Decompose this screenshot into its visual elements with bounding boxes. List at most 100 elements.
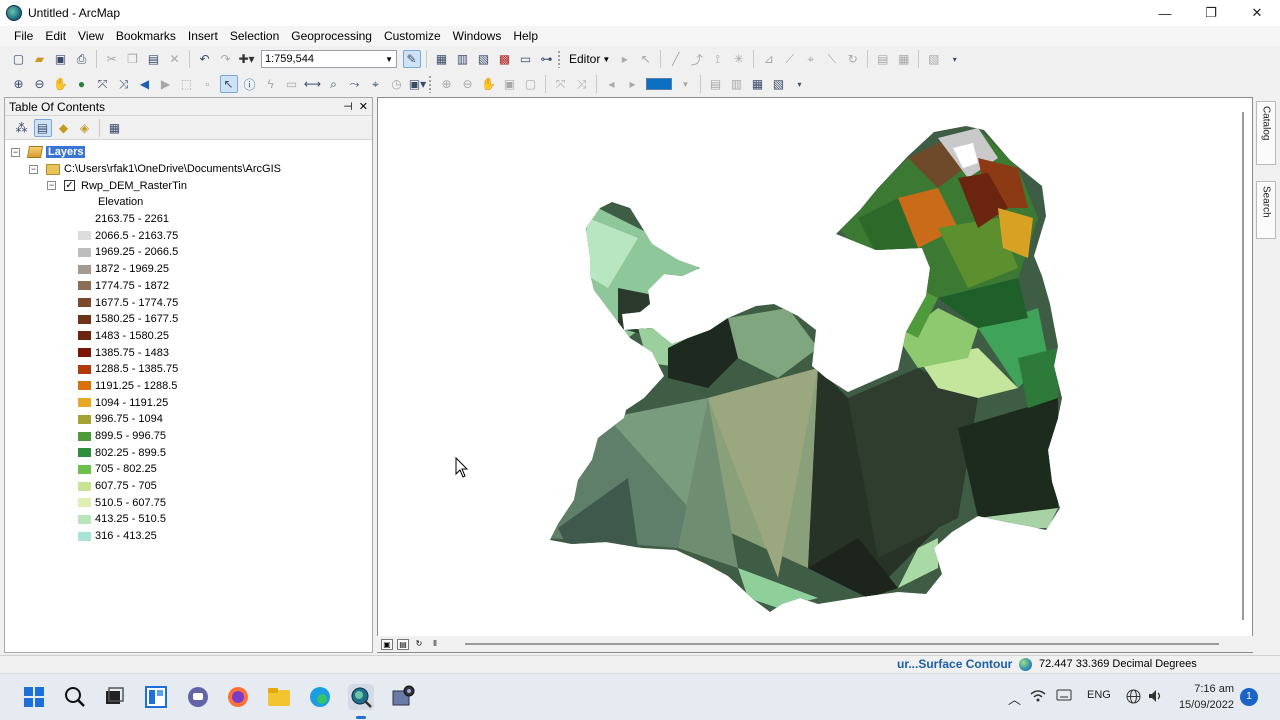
teams-chat-icon[interactable] (185, 684, 211, 710)
keyboard-icon[interactable] (1056, 689, 1072, 704)
list-by-drawing-order-icon[interactable]: ⁂ (13, 119, 31, 137)
legend-swatch[interactable] (78, 381, 91, 391)
measure-icon[interactable]: ⟷ (304, 75, 322, 93)
layout-fixed-zoom-out-icon[interactable]: ⤨ (573, 75, 591, 93)
zoom-out-icon[interactable]: ⊖ (31, 75, 49, 93)
toggle-draft-mode-icon[interactable]: ▤ (707, 75, 725, 93)
layout-fixed-zoom-in-icon[interactable]: ⤧ (552, 75, 570, 93)
maximize-button[interactable]: ❐ (1188, 0, 1234, 26)
trace-icon[interactable]: ⟟ (709, 50, 727, 68)
editor-toolbar-icon[interactable]: ✎ (402, 50, 421, 68)
straight-segment-icon[interactable]: ╱ (667, 50, 685, 68)
open-folder-icon[interactable]: ▰ (31, 50, 49, 68)
menu-customize[interactable]: Customize (378, 26, 447, 46)
layout-zoom-in-icon[interactable]: ⊕ (438, 75, 456, 93)
edit-tool-icon[interactable]: ▸ (616, 50, 634, 68)
search-window-icon[interactable]: ▧ (475, 50, 493, 68)
rotate-icon[interactable]: ↻ (844, 50, 862, 68)
map-display[interactable] (377, 97, 1253, 653)
file-explorer-icon[interactable] (266, 684, 292, 710)
legend-swatch[interactable] (78, 364, 91, 374)
toolbar-options-icon[interactable]: ▾ (791, 75, 809, 93)
legend-swatch[interactable] (78, 314, 91, 324)
folder-row[interactable]: − C:\Users\rfak1\OneDrive\Documents\ArcG… (5, 161, 372, 178)
zoom-percent-box[interactable] (646, 78, 672, 90)
select-features-icon[interactable]: ⬚ (178, 75, 196, 93)
clear-selection-icon[interactable]: ▫ (199, 75, 217, 93)
chevron-down-icon[interactable]: ▼ (677, 75, 695, 93)
edge-icon[interactable] (307, 684, 333, 710)
system-clock[interactable]: 7:16 am 15/09/2022 (1172, 681, 1234, 713)
arctoolbox-icon[interactable]: ▩ (496, 50, 514, 68)
arccatalog-taskbar-icon[interactable] (390, 684, 416, 710)
collapse-icon[interactable]: − (47, 181, 56, 191)
copy-icon[interactable]: ❐ (124, 50, 142, 68)
menu-geoprocessing[interactable]: Geoprocessing (285, 26, 378, 46)
edit-vertices-icon[interactable]: ⊿ (760, 50, 778, 68)
search-tab[interactable]: Search (1256, 181, 1276, 239)
menu-file[interactable]: File (8, 26, 39, 46)
identify-icon[interactable]: ⓘ (241, 75, 259, 93)
catalog-tab[interactable]: Catalog (1256, 101, 1276, 165)
go-to-xy-icon[interactable]: ⌖ (367, 75, 385, 93)
close-button[interactable]: ✕ (1234, 0, 1280, 26)
endpoint-arc-icon[interactable]: ⤴ (688, 50, 706, 68)
layout-back-icon[interactable]: ◂ (603, 75, 621, 93)
input-language[interactable]: ENG (1087, 689, 1111, 701)
toolbar-options-icon[interactable]: ▾ (946, 50, 964, 68)
data-driven-pages-icon[interactable]: ▧ (770, 75, 788, 93)
menu-bookmarks[interactable]: Bookmarks (110, 26, 182, 46)
legend-swatch[interactable] (78, 348, 91, 358)
zoom-in-icon[interactable]: ⊕ (10, 75, 28, 93)
pan-icon[interactable]: ✋ (52, 75, 70, 93)
volume-icon[interactable] (1148, 689, 1164, 706)
layout-zoom-out-icon[interactable]: ⊖ (459, 75, 477, 93)
legend-swatch[interactable] (78, 331, 91, 341)
dem-tin-surface[interactable] (378, 98, 1253, 653)
fixed-zoom-in-icon[interactable]: ⤧ (94, 75, 112, 93)
editor-menu-button[interactable]: Editor ▼ (565, 52, 614, 66)
go-forward-icon[interactable]: ▶ (157, 75, 175, 93)
paste-icon[interactable]: ▤ (145, 50, 163, 68)
table-of-contents-icon[interactable]: ▦ (433, 50, 451, 68)
change-layout-icon[interactable]: ▦ (749, 75, 767, 93)
legend-swatch[interactable] (78, 398, 91, 408)
pause-drawing-icon[interactable]: ll (429, 639, 441, 650)
legend-swatch[interactable] (78, 247, 91, 257)
find-icon[interactable]: ⌕ (325, 75, 343, 93)
search-icon[interactable] (62, 684, 88, 710)
data-view-icon[interactable]: ▣ (381, 638, 393, 650)
show-hidden-icons-icon[interactable]: ︿ (1008, 689, 1021, 708)
collapse-icon[interactable]: − (29, 164, 38, 174)
list-by-visibility-icon[interactable]: ◆ (55, 119, 73, 137)
layout-view-icon[interactable]: ▤ (397, 638, 409, 650)
toolbar-grip[interactable] (557, 50, 561, 68)
sketch-properties-icon[interactable]: ▦ (895, 50, 913, 68)
catalog-window-icon[interactable]: ▥ (454, 50, 472, 68)
legend-swatch[interactable] (78, 464, 91, 474)
map-vertical-scrollbar[interactable] (1242, 112, 1244, 620)
firefox-icon[interactable] (225, 684, 251, 710)
layout-pan-icon[interactable]: ✋ (480, 75, 498, 93)
viewer-window-icon[interactable]: ▣▾ (409, 75, 427, 93)
python-window-icon[interactable]: ▭ (517, 50, 535, 68)
attributes-icon[interactable]: ▤ (874, 50, 892, 68)
split-icon[interactable]: ⟍ (823, 50, 841, 68)
zoom-whole-page-icon[interactable]: ▣ (501, 75, 519, 93)
undo-icon[interactable]: ↶ (196, 50, 214, 68)
toc-options-icon[interactable]: ▦ (106, 119, 124, 137)
legend-swatch[interactable] (78, 498, 91, 508)
pin-icon[interactable]: ⊣ (343, 98, 353, 116)
layer-row[interactable]: − ✓ Rwp_DEM_RasterTin (5, 177, 372, 194)
layer-visibility-checkbox[interactable]: ✓ (64, 180, 75, 192)
html-popup-icon[interactable]: ▭ (283, 75, 301, 93)
map-scale-dropdown[interactable]: 1:759,544 ▼ (261, 50, 397, 68)
cut-polygons-icon[interactable]: ⌖ (802, 50, 820, 68)
legend-swatch[interactable] (78, 214, 91, 224)
list-by-selection-icon[interactable]: ◈ (76, 119, 94, 137)
create-features-icon[interactable]: ▧ (925, 50, 943, 68)
layer-name[interactable]: Rwp_DEM_RasterTin (81, 180, 187, 192)
start-windows-icon[interactable] (21, 684, 47, 710)
menu-insert[interactable]: Insert (182, 26, 224, 46)
print-icon[interactable]: ⎙ (73, 50, 91, 68)
